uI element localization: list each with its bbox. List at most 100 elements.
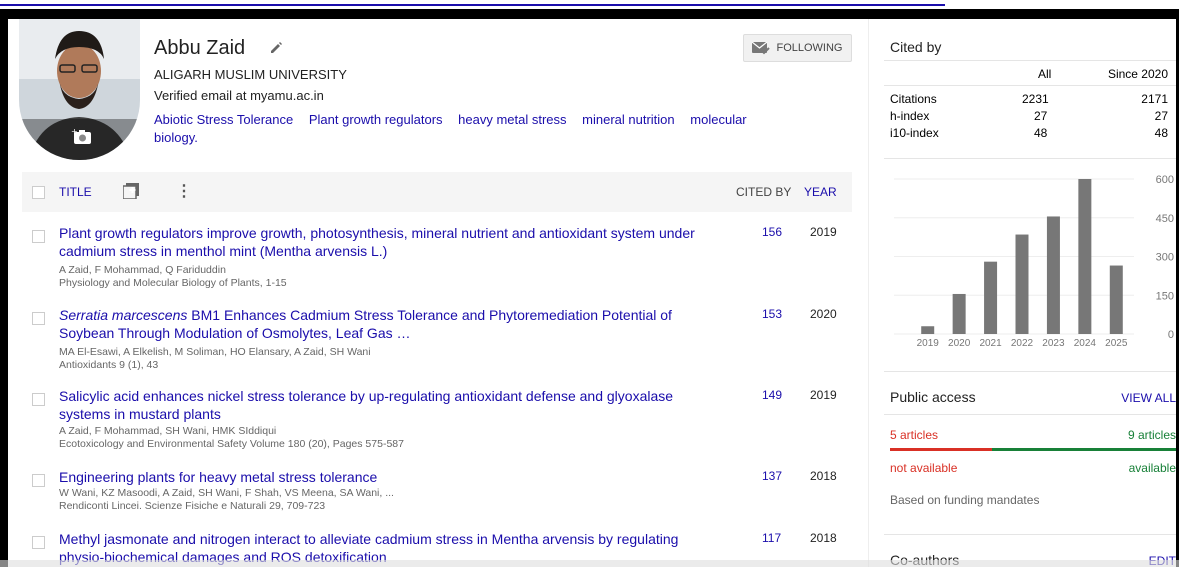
article-cited-count[interactable]: 137 <box>762 469 782 483</box>
x-tick-label: 2025 <box>1105 338 1128 349</box>
citation-bar[interactable] <box>1078 179 1092 334</box>
article-cited-count[interactable]: 156 <box>762 225 782 239</box>
x-tick-label: 2024 <box>1074 338 1097 349</box>
article-year: 2018 <box>810 469 837 483</box>
y-tick-label: 150 <box>1156 290 1174 302</box>
stat-label: Citations <box>890 92 937 106</box>
x-tick-label: 2023 <box>1042 338 1065 349</box>
interest-link[interactable]: mineral nutrition <box>582 112 675 127</box>
select-all-checkbox[interactable] <box>32 186 45 199</box>
article-checkbox[interactable] <box>32 312 45 325</box>
interest-link[interactable]: Plant growth regulators <box>309 112 443 127</box>
sort-by-cited-by[interactable]: CITED BY <box>736 185 791 199</box>
interest-link[interactable]: heavy metal stress <box>458 112 566 127</box>
x-tick-label: 2020 <box>948 338 971 349</box>
article-year: 2020 <box>810 307 837 321</box>
article-authors: A Zaid, F Mohammad, SH Wani, HMK SIddiqu… <box>59 425 277 437</box>
available-label: available <box>1128 461 1176 475</box>
article-title[interactable]: Serratia marcescens BM1 Enhances Cadmium… <box>59 306 719 342</box>
stats-header-row: All Since 2020 <box>876 67 1168 81</box>
public-access-rule <box>884 414 1176 415</box>
citation-bar[interactable] <box>952 293 966 334</box>
mail-check-icon <box>752 41 771 54</box>
coauthors-top-rule <box>884 534 1176 535</box>
article-checkbox[interactable] <box>32 393 45 406</box>
chart-top-rule <box>884 158 1176 159</box>
stat-label: i10-index <box>890 126 939 140</box>
article-checkbox[interactable] <box>32 230 45 243</box>
following-label: FOLLOWING <box>776 42 843 54</box>
add-article-icon[interactable] <box>123 183 139 199</box>
following-button[interactable]: FOLLOWING <box>743 34 852 62</box>
not-available-label: not available <box>890 461 958 475</box>
article-year: 2019 <box>810 225 837 239</box>
stat-all: 2231 <box>1022 92 1049 106</box>
access-bar-available <box>890 448 1176 451</box>
window-left-border <box>0 9 8 567</box>
y-tick-label: 450 <box>1156 213 1174 225</box>
stat-label: h-index <box>890 109 930 123</box>
sort-by-title[interactable]: TITLE <box>59 185 92 199</box>
add-photo-icon[interactable]: + <box>71 127 93 145</box>
article-venue: Ecotoxicology and Environmental Safety V… <box>59 438 404 450</box>
profile-avatar[interactable]: + <box>19 19 140 160</box>
stats-rule <box>884 85 1176 86</box>
sort-by-year[interactable]: YEAR <box>804 185 837 199</box>
stats-row: h-index 27 27 <box>876 109 1168 123</box>
stat-since: 48 <box>1154 126 1168 140</box>
y-tick-label: 300 <box>1156 252 1174 264</box>
article-venue: Physiology and Molecular Biology of Plan… <box>59 277 287 289</box>
scholar-profile-page: + Abbu Zaid ALIGARH MUSLIM UNIVERSITY Ve… <box>8 19 1176 567</box>
article-title[interactable]: Engineering plants for heavy metal stres… <box>59 468 719 486</box>
svg-text:+: + <box>71 127 78 136</box>
stat-since: 27 <box>1154 109 1168 123</box>
article-cited-count[interactable]: 149 <box>762 388 782 402</box>
article-authors: A Zaid, F Mohammad, Q Fariduddin <box>59 264 226 276</box>
article-authors: W Wani, KZ Masoodi, A Zaid, SH Wani, F S… <box>59 487 394 499</box>
article-year: 2018 <box>810 531 837 545</box>
article-checkbox[interactable] <box>32 536 45 549</box>
window-top-border <box>0 9 1179 19</box>
y-tick-label: 0 <box>1168 329 1174 341</box>
article-title[interactable]: Plant growth regulators improve growth, … <box>59 224 719 260</box>
interest-link[interactable]: Abiotic Stress Tolerance <box>154 112 293 127</box>
access-bar-not-available <box>890 448 993 451</box>
article-row: Plant growth regulators improve growth, … <box>22 224 852 304</box>
funding-mandates-note: Based on funding mandates <box>890 493 1040 507</box>
article-venue: Rendiconti Lincei. Scienze Fisiche e Nat… <box>59 500 326 512</box>
citation-bar[interactable] <box>984 261 998 334</box>
verified-email: Verified email at myamu.ac.in <box>154 88 324 103</box>
edit-pencil-icon[interactable] <box>269 41 283 55</box>
citation-bar[interactable] <box>1109 265 1123 334</box>
article-checkbox[interactable] <box>32 474 45 487</box>
article-cited-count[interactable]: 153 <box>762 307 782 321</box>
stat-since: 2171 <box>1141 92 1168 106</box>
stats-row: Citations 2231 2171 <box>876 92 1168 106</box>
column-divider <box>868 19 869 567</box>
citation-bar[interactable] <box>1015 234 1029 334</box>
not-available-count[interactable]: 5 articles <box>890 428 938 442</box>
x-tick-label: 2021 <box>979 338 1002 349</box>
article-row: Salicylic acid enhances nickel stress to… <box>22 387 852 457</box>
public-access-top-rule <box>884 371 1176 372</box>
affiliation: ALIGARH MUSLIM UNIVERSITY <box>154 67 347 82</box>
top-link-underline[interactable] <box>0 0 945 9</box>
available-count[interactable]: 9 articles <box>1128 428 1176 442</box>
citation-bar[interactable] <box>921 326 935 334</box>
bottom-overlay-strip <box>0 560 1179 567</box>
y-tick-label: 600 <box>1156 174 1174 186</box>
research-interests: Abiotic Stress Tolerance Plant growth re… <box>154 111 774 147</box>
cited-by-heading: Cited by <box>890 39 942 55</box>
view-all-link[interactable]: VIEW ALL <box>1121 391 1176 405</box>
article-year: 2019 <box>810 388 837 402</box>
x-tick-label: 2019 <box>917 338 940 349</box>
article-row: Serratia marcescens BM1 Enhances Cadmium… <box>22 306 852 382</box>
article-title[interactable]: Salicylic acid enhances nickel stress to… <box>59 387 719 423</box>
public-access-heading: Public access <box>890 389 976 405</box>
articles-table-header: TITLE ⋮ CITED BY YEAR <box>22 172 852 212</box>
article-row: Engineering plants for heavy metal stres… <box>22 468 852 520</box>
citation-bar[interactable] <box>1046 216 1060 334</box>
x-tick-label: 2022 <box>1011 338 1034 349</box>
more-options-icon[interactable]: ⋮ <box>176 181 192 201</box>
article-cited-count[interactable]: 117 <box>762 531 781 545</box>
